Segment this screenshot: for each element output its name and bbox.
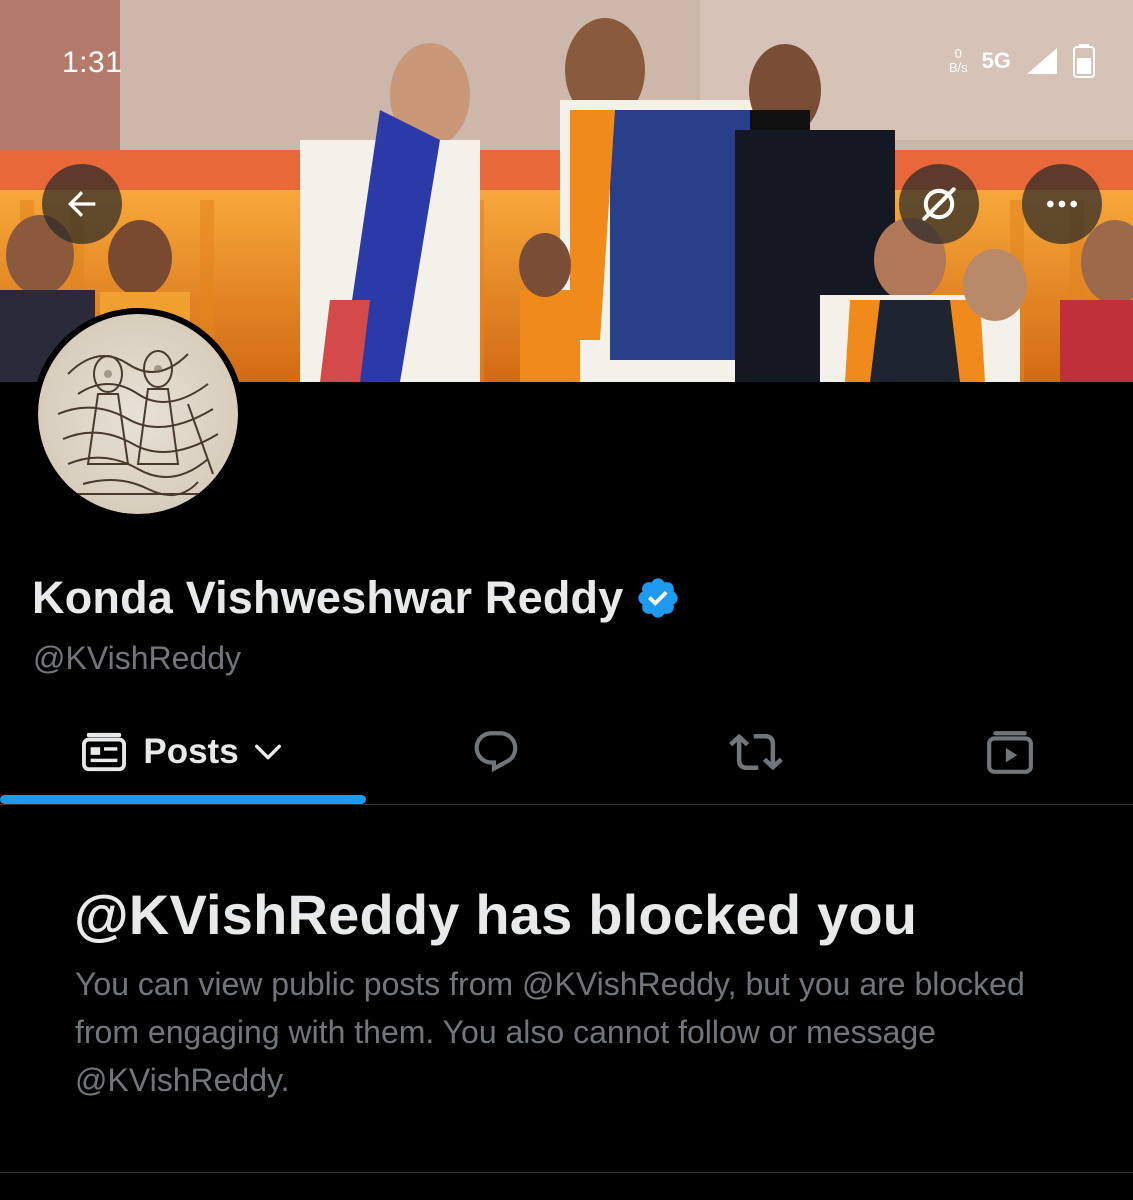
grok-slash-icon [922,187,956,221]
status-bar: 1:31 0 B/s 5G [0,38,1133,94]
verified-badge-icon[interactable] [635,575,681,621]
avatar-artwork [38,314,238,514]
more-dots-icon [1047,200,1077,208]
battery-icon [1073,44,1095,78]
tab-posts[interactable]: Posts [0,700,366,804]
post-card-icon [82,732,127,772]
chevron-down-icon[interactable] [251,735,285,769]
arrow-left-icon [68,191,96,217]
video-icon [986,731,1033,774]
reply-bubble-icon [474,731,518,773]
more-options-button[interactable] [1022,164,1102,244]
avatar-etching-image [57,350,219,497]
profile-avatar[interactable] [32,308,244,520]
back-button[interactable] [42,164,122,244]
profile-name-row: Konda Vishweshwar Reddy [32,572,681,624]
tab-reposts[interactable] [626,700,886,804]
status-indicators: 0 B/s 5G [949,44,1095,78]
signal-icon [1027,48,1057,74]
profile-tabs: Posts [0,700,1133,805]
status-time: 1:31 [62,46,123,79]
profile-handle: @KVishReddy [33,640,241,676]
tab-media[interactable] [886,700,1133,804]
grok-button[interactable] [899,164,979,244]
blocked-title: @KVishReddy has blocked you [74,883,918,946]
profile-display-name: Konda Vishweshwar Reddy [32,572,624,623]
divider [0,1172,1133,1173]
active-tab-indicator [0,795,366,804]
network-speed: 0 B/s [949,47,968,75]
network-speed-value: 0 [954,46,962,61]
blocked-description: You can view public posts from @KVishRed… [75,966,1025,1098]
tab-posts-label: Posts [143,732,239,771]
network-speed-unit: B/s [948,60,968,75]
network-type: 5G [981,48,1011,73]
repost-icon [729,733,783,771]
tab-replies[interactable] [366,700,626,804]
